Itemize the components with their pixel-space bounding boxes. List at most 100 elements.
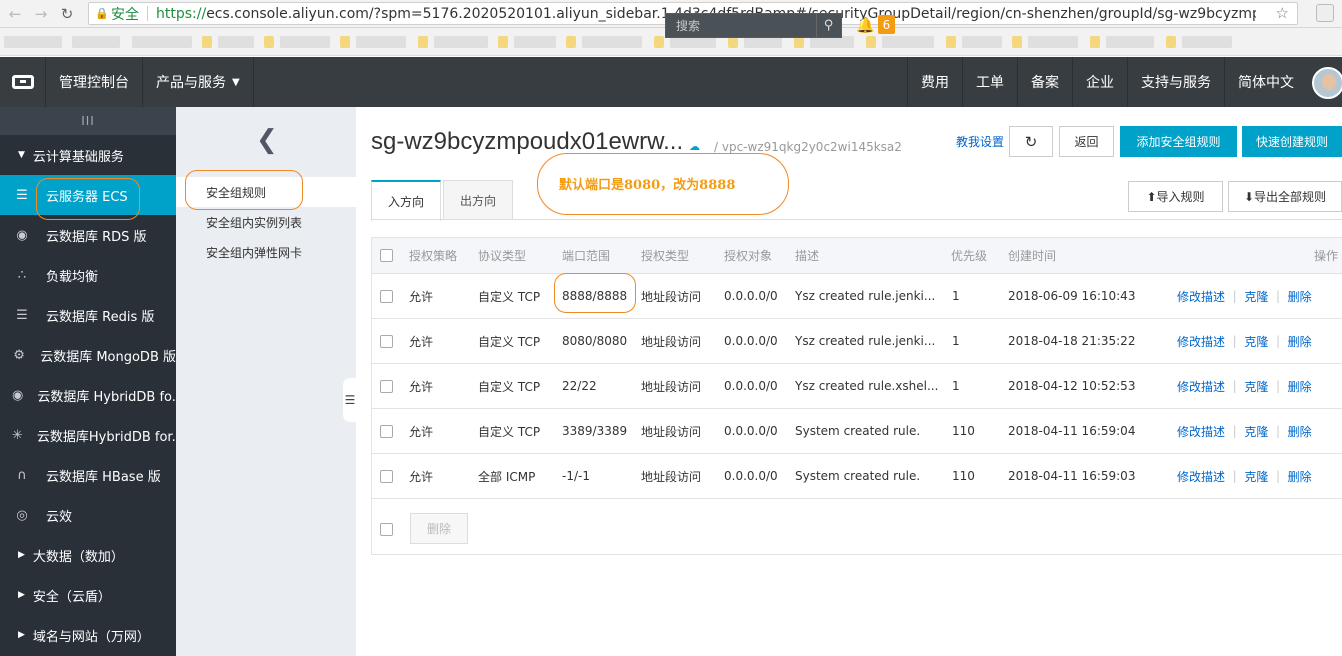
divider: | <box>1225 469 1245 483</box>
reload-icon[interactable]: ↻ <box>56 3 78 25</box>
edit-desc-link[interactable]: 修改描述 <box>1177 423 1225 440</box>
bookmark[interactable] <box>1106 36 1154 48</box>
bookmark[interactable] <box>218 36 254 48</box>
cell-created: 2018-04-12 10:52:53 <box>1008 379 1136 393</box>
sidebar-item-yunxiao[interactable]: ◎ 云效 <box>0 495 176 535</box>
batch-delete-button[interactable]: 删除 <box>410 513 468 544</box>
topbar-support[interactable]: 支持与服务 <box>1127 57 1224 107</box>
bookmark[interactable] <box>356 36 406 48</box>
chevron-left-icon[interactable]: ❮ <box>256 125 278 155</box>
notification-count-badge[interactable]: 6 <box>878 15 895 34</box>
sidebar-group-cloud-computing[interactable]: ▼ 云计算基础服务 <box>0 135 176 175</box>
triangle-right-icon: ▶ <box>18 630 25 640</box>
topbar-language[interactable]: 简体中文 <box>1224 57 1307 107</box>
sidebar-item-hbase[interactable]: ∩ 云数据库 HBase 版 <box>0 455 176 495</box>
row-checkbox[interactable] <box>380 289 393 303</box>
import-rules-button[interactable]: ⬆ 导入规则 <box>1128 181 1223 212</box>
sidebar-collapse-toggle[interactable]: III <box>0 107 176 135</box>
help-link[interactable]: 教我设置 <box>956 133 1004 150</box>
star-icon[interactable]: ☆ <box>1276 4 1289 22</box>
bookmark[interactable] <box>962 36 1002 48</box>
clone-link[interactable]: 克隆 <box>1244 288 1268 305</box>
cell-protocol: 自定义 TCP <box>478 289 541 304</box>
refresh-button[interactable]: ↻ <box>1009 126 1053 157</box>
sidebar-item-mongodb[interactable]: ⚙ 云数据库 MongoDB 版 <box>0 335 176 375</box>
row-checkbox[interactable] <box>380 379 393 393</box>
products-menu[interactable]: 产品与服务 ▼ <box>143 57 254 107</box>
folder-icon[interactable] <box>1166 36 1176 48</box>
delete-link[interactable]: 删除 <box>1288 288 1312 305</box>
clone-link[interactable]: 克隆 <box>1244 378 1268 395</box>
folder-icon[interactable] <box>1012 36 1022 48</box>
row-checkbox[interactable] <box>380 424 393 438</box>
add-rule-button[interactable]: 添加安全组规则 <box>1120 126 1237 157</box>
footer-select-all-checkbox[interactable] <box>380 523 393 536</box>
topbar-billing[interactable]: 费用 <box>907 57 962 107</box>
delete-link[interactable]: 删除 <box>1288 333 1312 350</box>
delete-link[interactable]: 删除 <box>1288 468 1312 485</box>
bookmark[interactable] <box>882 36 934 48</box>
row-checkbox[interactable] <box>380 469 393 483</box>
sidebar-item-redis[interactable]: ☰ 云数据库 Redis 版 <box>0 295 176 335</box>
delete-link[interactable]: 删除 <box>1288 378 1312 395</box>
folder-icon[interactable] <box>566 36 576 48</box>
bookmark[interactable] <box>280 36 330 48</box>
delete-link[interactable]: 删除 <box>1288 423 1312 440</box>
bookmark[interactable] <box>1182 36 1232 48</box>
tab-outbound[interactable]: 出方向 <box>443 180 514 220</box>
clone-link[interactable]: 克隆 <box>1244 468 1268 485</box>
topbar-tickets[interactable]: 工单 <box>962 57 1017 107</box>
subnav-instances[interactable]: 安全组内实例列表 <box>176 207 356 237</box>
select-all-checkbox[interactable] <box>380 249 393 262</box>
folder-icon[interactable] <box>946 36 956 48</box>
topbar-enterprise[interactable]: 企业 <box>1072 57 1127 107</box>
row-checkbox[interactable] <box>380 334 393 348</box>
search-icon[interactable]: ⚲ <box>816 14 840 37</box>
console-home-link[interactable]: 管理控制台 <box>46 57 143 107</box>
topbar-icp[interactable]: 备案 <box>1017 57 1072 107</box>
subnav-enis[interactable]: 安全组内弹性网卡 <box>176 237 356 267</box>
aliyun-logo[interactable] <box>0 57 46 107</box>
folder-icon[interactable] <box>264 36 274 48</box>
col-priority: 优先级 <box>951 249 988 263</box>
folder-icon[interactable] <box>418 36 428 48</box>
bookmark[interactable] <box>72 36 120 48</box>
sidebar-item-label: 云效 <box>46 509 73 525</box>
sidebar-group-bigdata[interactable]: ▶ 大数据（数加） <box>0 535 176 575</box>
back-button[interactable]: 返回 <box>1059 126 1114 157</box>
folder-icon[interactable] <box>1090 36 1100 48</box>
clone-link[interactable]: 克隆 <box>1244 333 1268 350</box>
edit-desc-link[interactable]: 修改描述 <box>1177 378 1225 395</box>
folder-icon[interactable] <box>202 36 212 48</box>
menu-toggle-icon[interactable]: ☰ <box>343 378 357 422</box>
arrow-left-icon[interactable]: ← <box>4 3 26 25</box>
bookmark[interactable] <box>582 36 642 48</box>
export-rules-button[interactable]: ⬇ 导出全部规则 <box>1228 181 1342 212</box>
sidebar-item-slb[interactable]: ∴ 负载均衡 <box>0 255 176 295</box>
clone-link[interactable]: 克隆 <box>1244 423 1268 440</box>
extension-icon[interactable] <box>1316 4 1334 22</box>
edit-desc-link[interactable]: 修改描述 <box>1177 288 1225 305</box>
arrow-right-icon[interactable]: → <box>30 3 52 25</box>
bookmark[interactable] <box>434 36 488 48</box>
folder-icon[interactable] <box>654 36 664 48</box>
sidebar-item-hybriddb-2[interactable]: ✳ 云数据库HybridDB for... <box>0 415 176 455</box>
bookmark[interactable] <box>514 36 556 48</box>
sidebar-item-hybriddb-1[interactable]: ◉ 云数据库 HybridDB fo... <box>0 375 176 415</box>
quick-create-button[interactable]: 快速创建规则 <box>1242 126 1342 157</box>
bell-icon[interactable]: 🔔 <box>856 16 875 34</box>
bookmark[interactable] <box>4 36 62 48</box>
tab-inbound[interactable]: 入方向 <box>371 180 442 221</box>
folder-icon[interactable] <box>498 36 508 48</box>
search-input[interactable] <box>666 18 816 33</box>
bookmark[interactable] <box>1028 36 1078 48</box>
edit-desc-link[interactable]: 修改描述 <box>1177 333 1225 350</box>
folder-icon[interactable] <box>340 36 350 48</box>
avatar[interactable] <box>1312 67 1342 99</box>
sidebar-group-security[interactable]: ▶ 安全（云盾） <box>0 575 176 615</box>
sidebar-item-rds[interactable]: ◉ 云数据库 RDS 版 <box>0 215 176 255</box>
edit-desc-link[interactable]: 修改描述 <box>1177 468 1225 485</box>
folder-icon[interactable] <box>866 36 876 48</box>
sidebar-group-domains[interactable]: ▶ 域名与网站（万网） <box>0 615 176 655</box>
bookmark[interactable] <box>132 36 192 48</box>
